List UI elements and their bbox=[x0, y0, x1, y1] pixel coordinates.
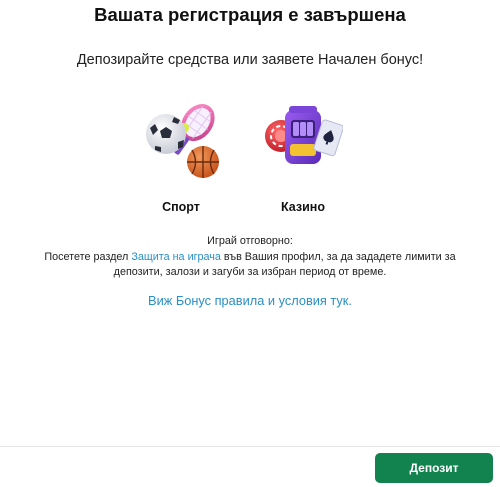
footer-divider bbox=[0, 446, 500, 447]
sports-balls-icon bbox=[146, 104, 219, 178]
bonus-terms-link[interactable]: Виж Бонус правила и условия тук. bbox=[0, 293, 500, 308]
player-protection-link[interactable]: Защита на играча bbox=[131, 251, 221, 263]
slot-machine-cards-icon bbox=[265, 106, 343, 164]
casino-option[interactable]: Казино bbox=[253, 100, 353, 220]
deposit-button[interactable]: Депозит bbox=[375, 453, 493, 483]
page-subtitle: Депозирайте средства или заявете Начален… bbox=[76, 52, 424, 68]
page-title: Вашата регистрация е завършена bbox=[94, 4, 406, 25]
responsible-gaming-text-before: Посетете раздел bbox=[44, 250, 132, 263]
responsible-gaming-notice: Играй отговорно: Посетете раздел Защита … bbox=[20, 234, 480, 281]
sport-option[interactable]: Спорт bbox=[131, 100, 231, 220]
responsible-gaming-title: Играй отговорно: bbox=[207, 235, 293, 247]
sport-label: Спорт bbox=[162, 200, 200, 214]
registration-complete-page: Вашата регистрация е завършена Депозирай… bbox=[0, 0, 500, 487]
casino-label: Казино bbox=[281, 200, 325, 214]
